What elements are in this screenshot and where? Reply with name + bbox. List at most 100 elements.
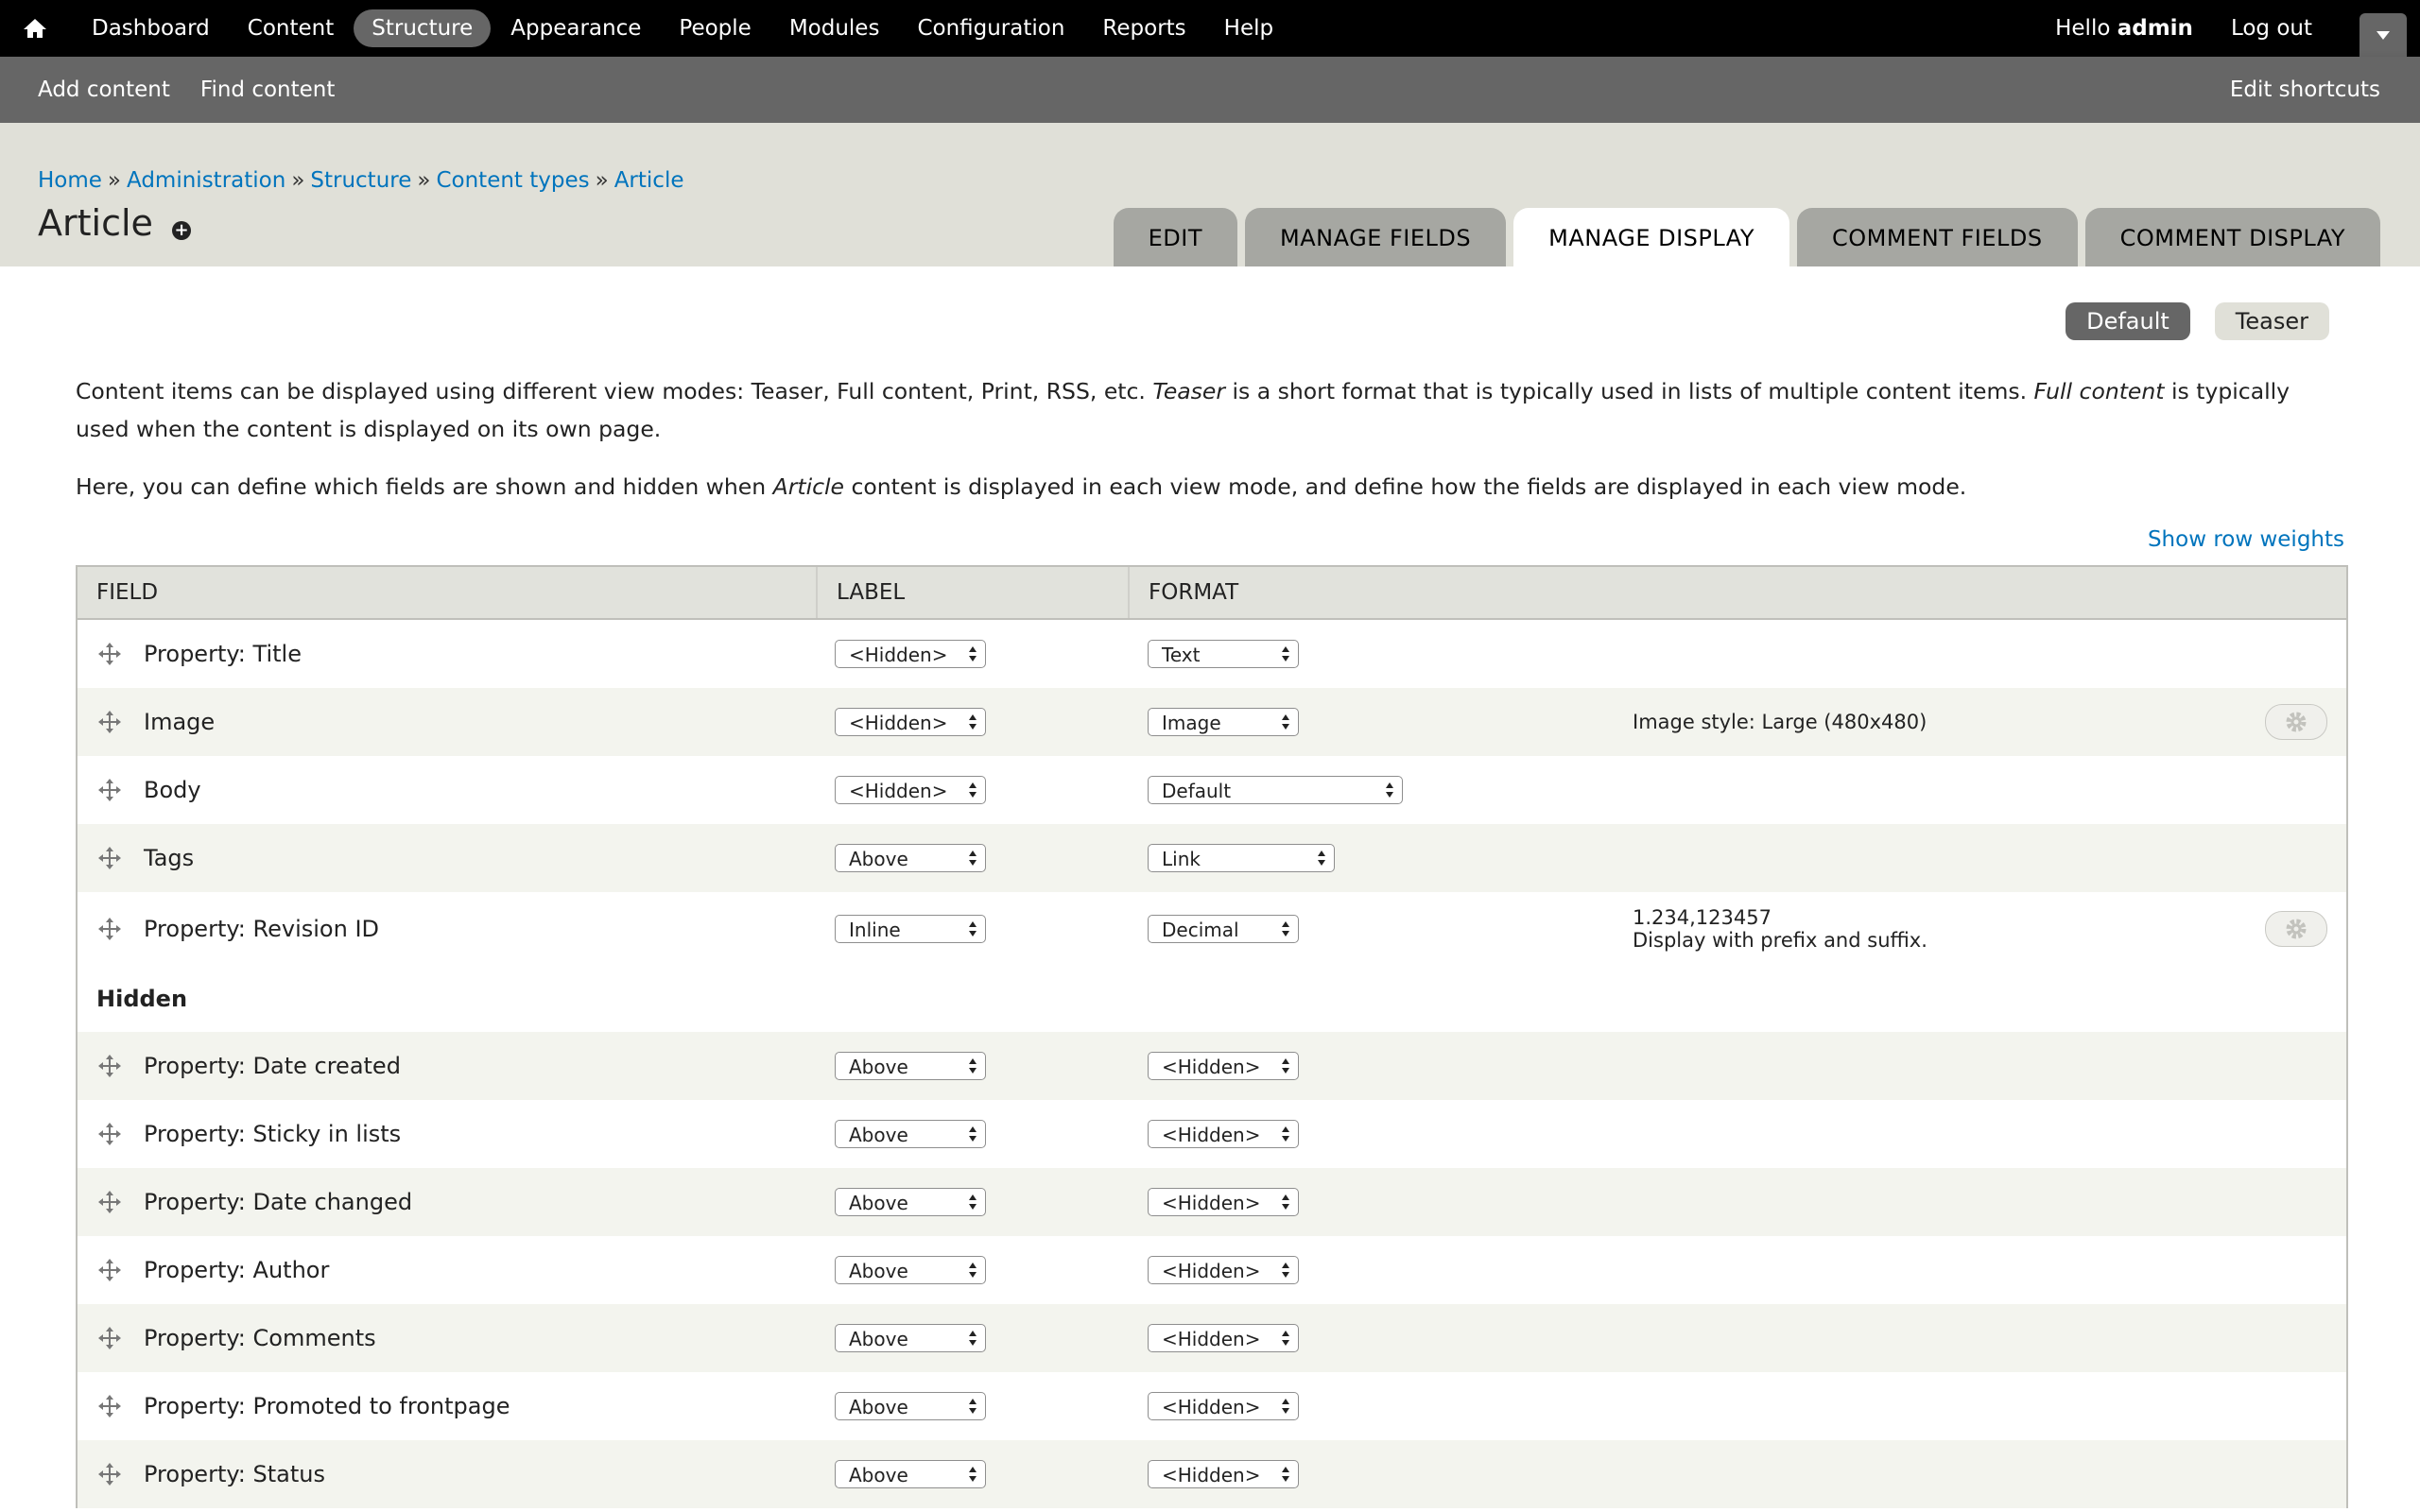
drag-handle-icon[interactable] xyxy=(96,1461,123,1487)
drag-handle-icon[interactable] xyxy=(96,916,123,942)
select-arrows-icon xyxy=(969,782,977,798)
toolbar-item-help[interactable]: Help xyxy=(1206,9,1291,47)
tab-comment-display[interactable]: Comment display xyxy=(2084,208,2380,266)
format-select[interactable]: <Hidden> xyxy=(1148,1052,1299,1080)
drag-handle-icon[interactable] xyxy=(96,777,123,803)
select-arrows-icon xyxy=(1282,1194,1289,1210)
table-row: Property: Sticky in lists Above <Hidden> xyxy=(78,1100,2346,1168)
plus-circle-icon: + xyxy=(174,220,189,240)
tab-edit[interactable]: Edit xyxy=(1113,208,1238,266)
summary-line: 1.234,123457 xyxy=(1633,906,1772,929)
tab-comment-fields[interactable]: Comment fields xyxy=(1797,208,2078,266)
edit-shortcuts-link[interactable]: Edit shortcuts xyxy=(2230,77,2380,102)
drag-handle-icon[interactable] xyxy=(96,1189,123,1215)
label-select[interactable]: <Hidden> xyxy=(835,708,986,736)
breadcrumb-administration[interactable]: Administration xyxy=(127,168,285,193)
label-select[interactable]: <Hidden> xyxy=(835,640,986,668)
drag-handle-icon[interactable] xyxy=(96,1393,123,1419)
table-row: Property: Title <Hidden> Text xyxy=(78,620,2346,688)
label-select[interactable]: Above xyxy=(835,1052,986,1080)
add-shortcut-button[interactable]: + xyxy=(172,221,191,240)
drag-handle-icon[interactable] xyxy=(96,1257,123,1283)
field-name: Tags xyxy=(144,845,195,871)
format-select[interactable]: <Hidden> xyxy=(1148,1460,1299,1488)
description-text: content is displayed in each view mode, … xyxy=(844,473,1967,500)
select-value: Image xyxy=(1162,712,1221,734)
drag-handle-icon[interactable] xyxy=(96,1053,123,1079)
format-select[interactable]: Default xyxy=(1148,776,1403,804)
breadcrumb-home[interactable]: Home xyxy=(38,168,102,193)
toolbar-menu: Dashboard Content Structure Appearance P… xyxy=(74,9,1293,47)
page-title: Article xyxy=(38,202,153,244)
select-arrows-icon xyxy=(969,1331,977,1346)
format-select[interactable]: <Hidden> xyxy=(1148,1324,1299,1352)
shortcut-add-content[interactable]: Add content xyxy=(38,77,170,102)
drag-handle-icon[interactable] xyxy=(96,1325,123,1351)
select-arrows-icon xyxy=(1282,646,1289,662)
toolbar-item-people[interactable]: People xyxy=(661,9,769,47)
format-summary: Image style: Large (480x480) xyxy=(1633,711,1927,733)
view-mode-teaser[interactable]: Teaser xyxy=(2214,302,2329,340)
breadcrumb-structure[interactable]: Structure xyxy=(310,168,411,193)
toolbar-item-content[interactable]: Content xyxy=(230,9,352,47)
format-select[interactable]: <Hidden> xyxy=(1148,1392,1299,1420)
drag-handle-icon[interactable] xyxy=(96,709,123,735)
table-row: Property: Status Above <Hidden> xyxy=(78,1440,2346,1508)
breadcrumb-article[interactable]: Article xyxy=(614,168,684,193)
breadcrumb: Home» Administration» Structure» Content ty… xyxy=(38,168,684,193)
view-mode-tabs: Default Teaser xyxy=(2066,302,2329,340)
drag-handle-icon[interactable] xyxy=(96,641,123,667)
drag-handle-icon[interactable] xyxy=(96,845,123,871)
label-select[interactable]: Above xyxy=(835,1188,986,1216)
logout-link[interactable]: Log out xyxy=(2231,16,2312,41)
view-mode-default[interactable]: Default xyxy=(2066,302,2190,340)
toolbar-item-structure[interactable]: Structure xyxy=(354,9,492,47)
format-settings-button[interactable] xyxy=(2265,704,2327,740)
select-arrows-icon xyxy=(1282,1331,1289,1346)
description-emphasis: Teaser xyxy=(1152,378,1226,404)
description-text: is a short format that is typically used… xyxy=(1225,378,2034,404)
format-select[interactable]: Link xyxy=(1148,844,1335,872)
toolbar-item-configuration[interactable]: Configuration xyxy=(899,9,1082,47)
format-select[interactable]: Image xyxy=(1148,708,1299,736)
label-select[interactable]: <Hidden> xyxy=(835,776,986,804)
description-text: Content items can be displayed using dif… xyxy=(76,378,1153,404)
format-select[interactable]: <Hidden> xyxy=(1148,1120,1299,1148)
select-value: Above xyxy=(849,1260,908,1282)
label-select[interactable]: Above xyxy=(835,844,986,872)
breadcrumb-separator: » xyxy=(595,168,609,193)
home-link[interactable] xyxy=(23,0,74,57)
format-settings-button[interactable] xyxy=(2265,911,2327,947)
field-name: Property: Status xyxy=(144,1461,325,1487)
select-value: Above xyxy=(849,1056,908,1078)
label-select[interactable]: Above xyxy=(835,1460,986,1488)
shortcut-find-content[interactable]: Find content xyxy=(200,77,336,102)
format-select[interactable]: Text xyxy=(1148,640,1299,668)
toolbar-item-modules[interactable]: Modules xyxy=(771,9,898,47)
drag-handle-icon[interactable] xyxy=(96,1121,123,1147)
format-select[interactable]: <Hidden> xyxy=(1148,1256,1299,1284)
toolbar-item-reports[interactable]: Reports xyxy=(1084,9,1203,47)
tab-manage-fields[interactable]: Manage fields xyxy=(1245,208,1507,266)
label-select[interactable]: Above xyxy=(835,1120,986,1148)
select-value: Link xyxy=(1162,848,1201,870)
label-select[interactable]: Above xyxy=(835,1324,986,1352)
select-arrows-icon xyxy=(969,1467,977,1482)
select-value: Above xyxy=(849,1192,908,1214)
toolbar-item-appearance[interactable]: Appearance xyxy=(493,9,659,47)
label-select[interactable]: Above xyxy=(835,1256,986,1284)
select-arrows-icon xyxy=(1386,782,1393,798)
label-select[interactable]: Above xyxy=(835,1392,986,1420)
breadcrumb-content-types[interactable]: Content types xyxy=(436,168,589,193)
format-select[interactable]: Decimal xyxy=(1148,915,1299,943)
format-select[interactable]: <Hidden> xyxy=(1148,1188,1299,1216)
user-greeting: Hello admin xyxy=(2055,16,2193,41)
field-name: Property: Author xyxy=(144,1257,330,1283)
toolbar-drawer-toggle[interactable] xyxy=(2360,13,2407,57)
username-link[interactable]: admin xyxy=(2118,16,2193,41)
tab-manage-display[interactable]: Manage display xyxy=(1513,208,1790,266)
toolbar-item-dashboard[interactable]: Dashboard xyxy=(74,9,228,47)
column-header-field: Field xyxy=(78,567,818,618)
label-select[interactable]: Inline xyxy=(835,915,986,943)
show-row-weights-link[interactable]: Show row weights xyxy=(2148,527,2344,552)
